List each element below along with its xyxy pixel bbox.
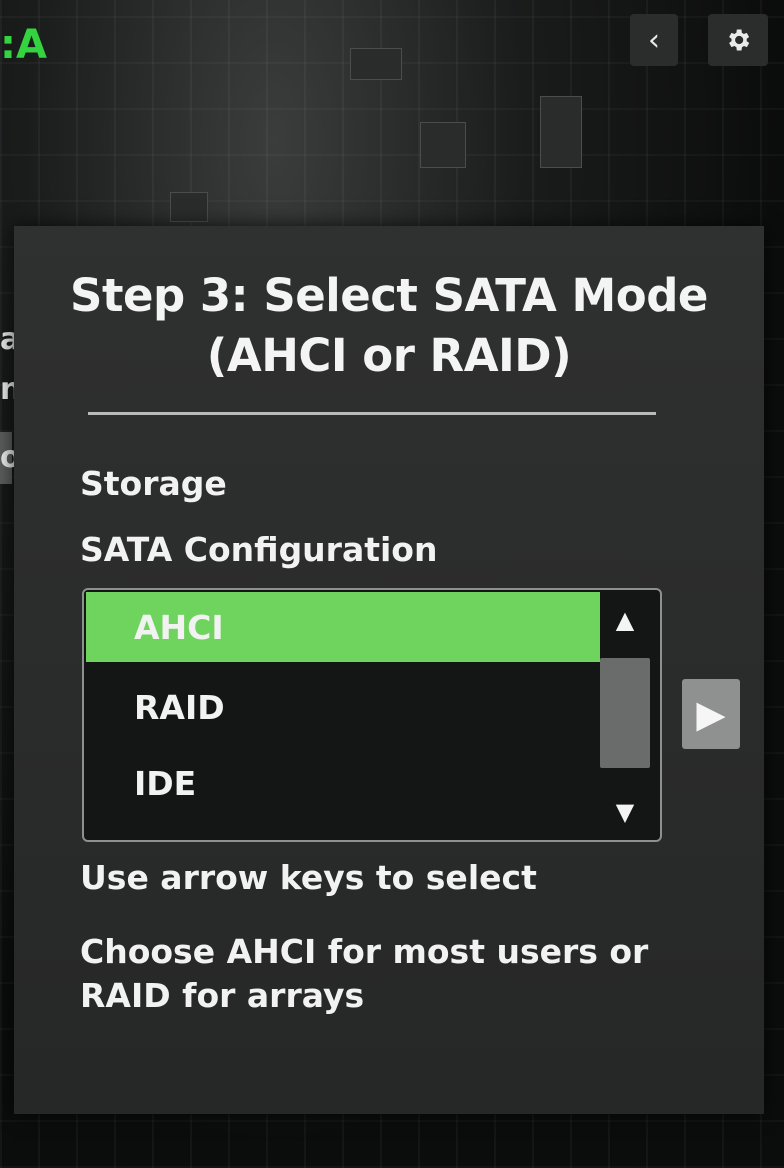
sata-configuration-label: SATA Configuration xyxy=(80,530,438,569)
sata-mode-listbox[interactable]: AHCI RAID IDE ▲ ▼ xyxy=(82,588,662,842)
title-divider xyxy=(88,412,656,415)
option-label: RAID xyxy=(134,687,225,727)
option-raid[interactable]: RAID xyxy=(86,672,600,742)
dialog-title: Step 3: Select SATA Mode (AHCI or RAID) xyxy=(14,266,764,386)
background-chip xyxy=(170,192,208,222)
option-ide[interactable]: IDE xyxy=(86,748,600,818)
background-chip xyxy=(540,96,582,168)
triangle-down-icon: ▼ xyxy=(615,798,635,826)
next-button[interactable]: ▶ xyxy=(682,679,740,749)
scroll-up-button[interactable]: ▲ xyxy=(598,600,652,640)
background-chip xyxy=(420,122,466,168)
sata-mode-dialog: Step 3: Select SATA Mode (AHCI or RAID) … xyxy=(14,226,764,1114)
back-button[interactable]: ‹ xyxy=(630,14,678,66)
dialog-title-line2: (AHCI or RAID) xyxy=(206,329,572,382)
option-label: AHCI xyxy=(134,607,224,647)
screen-label-fragment: :A xyxy=(0,22,47,68)
background-chip xyxy=(350,48,402,80)
settings-button[interactable] xyxy=(708,14,768,66)
triangle-up-icon: ▲ xyxy=(615,606,635,634)
dialog-title-line1: Step 3: Select SATA Mode xyxy=(70,269,708,322)
listbox-scrollbar[interactable]: ▲ ▼ xyxy=(598,592,652,836)
option-ahci[interactable]: AHCI xyxy=(86,592,600,662)
arrow-keys-hint: Use arrow keys to select xyxy=(80,858,537,897)
scroll-down-button[interactable]: ▼ xyxy=(598,792,652,832)
chevron-left-icon: ‹ xyxy=(648,22,660,58)
option-label: IDE xyxy=(134,763,197,803)
storage-section-label: Storage xyxy=(80,464,227,503)
scrollbar-thumb[interactable] xyxy=(600,658,650,768)
gear-icon xyxy=(729,29,750,51)
choose-mode-hint: Choose AHCI for most users or RAID for a… xyxy=(80,932,649,1015)
play-triangle-icon: ▶ xyxy=(696,692,726,736)
